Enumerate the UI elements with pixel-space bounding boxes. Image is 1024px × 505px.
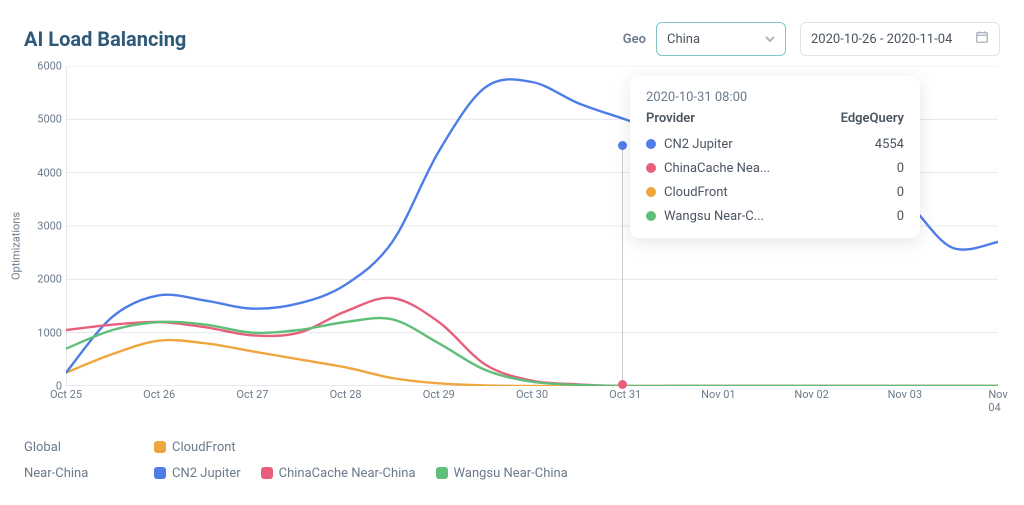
tooltip-swatch	[646, 163, 656, 173]
x-tick: Oct 27	[236, 388, 268, 401]
tooltip-value: 4554	[854, 137, 904, 152]
y-ticks: 0100020003000400050006000	[24, 66, 66, 386]
legend-swatch	[154, 441, 166, 453]
x-tick: Oct 25	[50, 388, 82, 401]
legend: Global CloudFront Near-China CN2 Jupiter Chi…	[0, 426, 1024, 486]
legend-item[interactable]: ChinaCache Near-China	[261, 466, 416, 481]
legend-group-label: Near-China	[24, 466, 134, 481]
tooltip: 2020-10-31 08:00 Provider EdgeQuery CN2 …	[630, 76, 920, 238]
x-tick: Nov 03	[888, 388, 922, 401]
tooltip-provider: Wangsu Near-C...	[664, 209, 854, 224]
tooltip-swatch	[646, 139, 656, 149]
y-axis-label: Optimizations	[10, 212, 23, 280]
calendar-icon	[975, 30, 989, 48]
tooltip-col-provider: Provider	[646, 111, 695, 126]
header: AI Load Balancing Geo China 2020-10-26 -…	[0, 0, 1024, 66]
tooltip-value: 0	[854, 161, 904, 176]
hover-guideline	[622, 144, 623, 384]
tooltip-row: CN2 Jupiter4554	[646, 132, 904, 156]
legend-group-label: Global	[24, 440, 134, 455]
tooltip-col-value: EdgeQuery	[841, 111, 904, 126]
legend-swatch	[436, 467, 448, 479]
tooltip-row: ChinaCache Nea...0	[646, 156, 904, 180]
geo-label: Geo	[623, 32, 646, 47]
x-tick: Nov 02	[794, 388, 828, 401]
legend-row: Near-China CN2 Jupiter ChinaCache Near-Chi…	[24, 460, 1000, 486]
x-tick: Nov 04	[988, 388, 1007, 414]
x-tick: Oct 26	[143, 388, 175, 401]
legend-swatch	[154, 467, 166, 479]
date-range-picker[interactable]: 2020-10-26 - 2020-11-04	[800, 22, 1000, 56]
tooltip-provider: CloudFront	[664, 185, 854, 200]
x-tick: Oct 30	[516, 388, 548, 401]
legend-row: Global CloudFront	[24, 434, 1000, 460]
legend-item[interactable]: CN2 Jupiter	[154, 466, 241, 481]
y-tick: 6000	[37, 60, 62, 73]
x-tick: Oct 31	[609, 388, 641, 401]
tooltip-swatch	[646, 211, 656, 221]
page-title: AI Load Balancing	[24, 27, 623, 51]
x-tick: Oct 28	[330, 388, 362, 401]
legend-item-label: CloudFront	[172, 440, 236, 455]
chart[interactable]: Optimizations 0100020003000400050006000 …	[24, 66, 1000, 426]
tooltip-value: 0	[854, 209, 904, 224]
tooltip-value: 0	[854, 185, 904, 200]
legend-item-label: CN2 Jupiter	[172, 466, 241, 481]
legend-item[interactable]: CloudFront	[154, 440, 236, 455]
legend-item-label: Wangsu Near-China	[454, 466, 568, 481]
y-tick: 1000	[37, 326, 62, 339]
y-tick: 3000	[37, 220, 62, 233]
geo-select[interactable]: China	[656, 22, 786, 56]
y-tick: 4000	[37, 166, 62, 179]
x-tick: Nov 01	[701, 388, 735, 401]
legend-item-label: ChinaCache Near-China	[279, 466, 416, 481]
tooltip-provider: CN2 Jupiter	[664, 137, 854, 152]
tooltip-row: Wangsu Near-C...0	[646, 204, 904, 228]
legend-swatch	[261, 467, 273, 479]
date-range-value: 2020-10-26 - 2020-11-04	[811, 32, 952, 47]
tooltip-swatch	[646, 187, 656, 197]
x-tick: Oct 29	[423, 388, 455, 401]
hover-marker-blue	[618, 141, 627, 150]
tooltip-row: CloudFront0	[646, 180, 904, 204]
tooltip-provider: ChinaCache Nea...	[664, 161, 854, 176]
y-tick: 5000	[37, 113, 62, 126]
geo-select-value: China	[667, 32, 700, 47]
chevron-down-icon	[765, 34, 775, 44]
hover-marker-pink	[618, 380, 627, 389]
legend-item[interactable]: Wangsu Near-China	[436, 466, 568, 481]
y-tick: 2000	[37, 273, 62, 286]
tooltip-timestamp: 2020-10-31 08:00	[646, 90, 904, 105]
